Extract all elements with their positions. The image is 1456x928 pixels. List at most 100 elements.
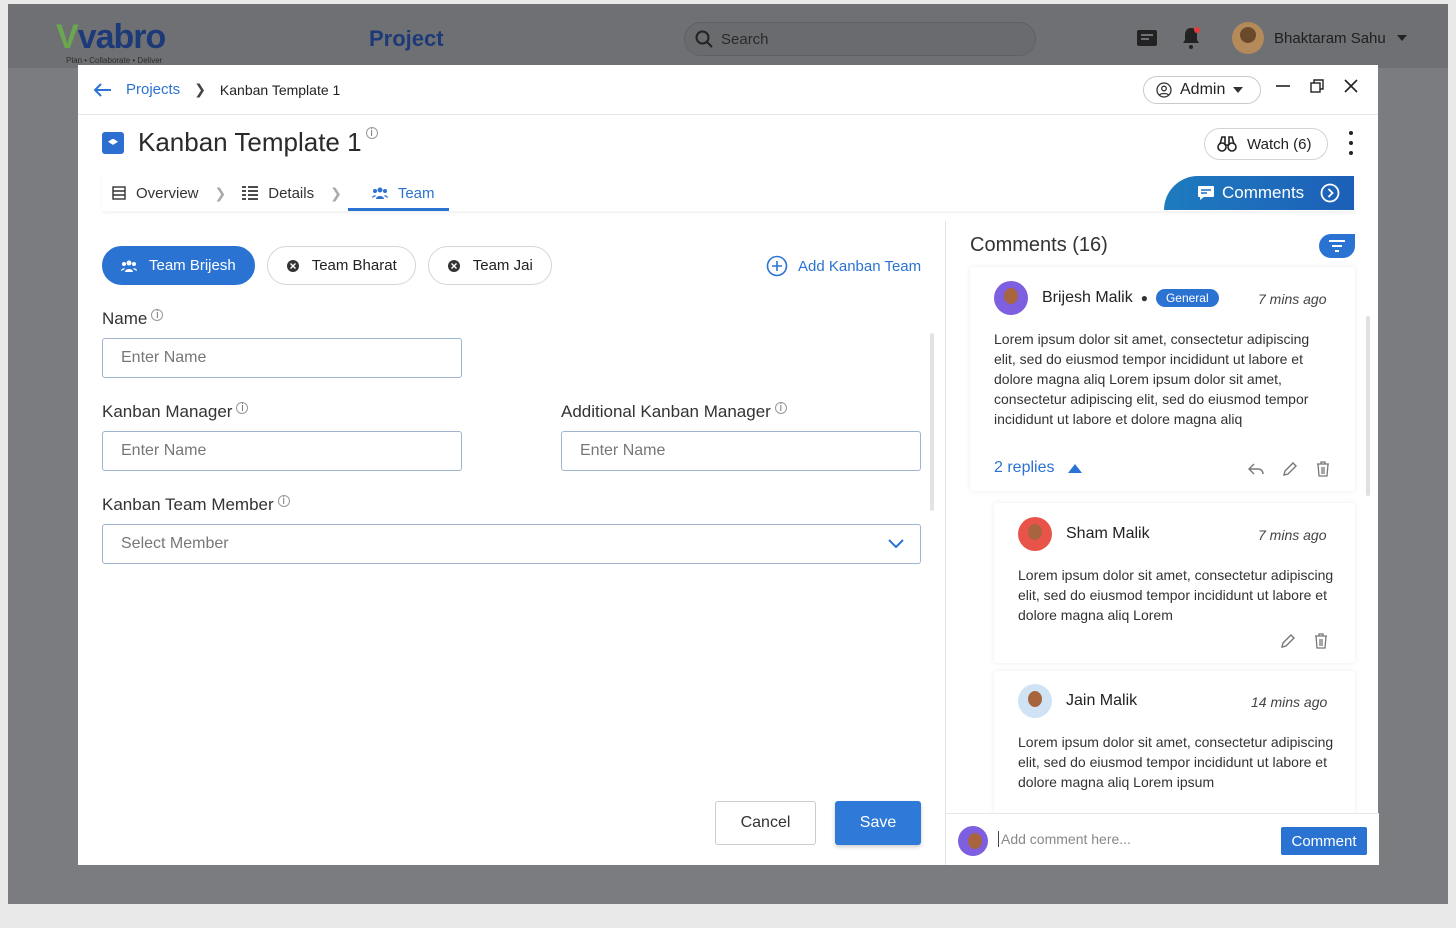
- replies-toggle[interactable]: 2 replies: [994, 459, 1083, 477]
- avatar: [958, 826, 988, 856]
- comment-author: Brijesh Malik: [1042, 289, 1133, 306]
- minimize-icon[interactable]: [1276, 79, 1290, 93]
- add-kanban-team-button[interactable]: Add Kanban Team: [766, 255, 921, 277]
- kanban-manager-input[interactable]: Enter Name: [102, 431, 462, 471]
- section-title: Project: [369, 26, 444, 51]
- comment-time: 7 mins ago: [1258, 527, 1327, 543]
- reply-card: Jain Malik 14 mins ago Lorem ipsum dolor…: [994, 671, 1355, 813]
- filter-button[interactable]: [1319, 234, 1355, 258]
- team-chip-label: Team Bharat: [311, 257, 397, 274]
- caret-down-icon: [1233, 87, 1244, 93]
- replies-label: 2 replies: [994, 459, 1055, 476]
- close-icon[interactable]: [1344, 79, 1358, 93]
- team-chip-jai[interactable]: Team Jai: [427, 246, 552, 285]
- user-menu[interactable]: Bhaktaram Sahu: [1232, 22, 1408, 54]
- team-member-placeholder: Select Member: [121, 535, 229, 552]
- project-icon: [102, 131, 124, 154]
- page-title: Kanban Template 1: [138, 127, 362, 157]
- comment-author: Sham Malik: [1066, 525, 1150, 542]
- logo-tagline: Plan • Collaborate • Deliver: [66, 56, 163, 65]
- team-chip-brijesh[interactable]: Team Brijesh: [102, 246, 255, 285]
- team-icon: [371, 187, 388, 199]
- trash-icon[interactable]: [1316, 461, 1330, 477]
- breadcrumb-projects-link[interactable]: Projects: [126, 81, 180, 98]
- list-icon: [112, 186, 126, 200]
- reply-card: Sham Malik 7 mins ago Lorem ipsum dolor …: [994, 503, 1355, 663]
- chevron-circle-right-icon: [1320, 183, 1340, 203]
- info-icon[interactable]: i: [277, 495, 290, 507]
- caret-down-icon: [1396, 35, 1407, 41]
- vabro-logo[interactable]: Vvabro Plan • Collaborate • Deliver: [56, 18, 166, 65]
- remove-circle-icon[interactable]: [286, 259, 300, 273]
- cancel-button[interactable]: Cancel: [715, 801, 816, 845]
- edit-icon[interactable]: [1282, 461, 1298, 477]
- team-chip-bharat[interactable]: Team Bharat: [266, 246, 416, 285]
- comment-time: 7 mins ago: [1258, 291, 1327, 307]
- comments-title: Comments (16): [970, 234, 1108, 256]
- info-icon[interactable]: i: [151, 309, 164, 321]
- comments-scrollbar[interactable]: [1366, 316, 1370, 496]
- search-placeholder: Search: [721, 30, 769, 48]
- reply-icon[interactable]: [1248, 462, 1264, 476]
- additional-manager-input[interactable]: Enter Name: [561, 431, 921, 471]
- breadcrumb: Projects ❯ Kanban Template 1 Admin: [78, 65, 1378, 115]
- team-chip-list: Team Brijesh Team Bharat Team Jai: [102, 246, 552, 285]
- watch-label: Watch (6): [1247, 135, 1312, 153]
- filter-icon: [1329, 240, 1345, 252]
- name-input[interactable]: Enter Name: [102, 338, 462, 378]
- details-icon: [242, 186, 259, 200]
- kanban-manager-label: Kanban Manager i: [102, 402, 249, 422]
- comment-time: 14 mins ago: [1251, 694, 1328, 710]
- tab-overview[interactable]: Overview: [102, 175, 209, 211]
- tab-details[interactable]: Details: [232, 175, 324, 211]
- page-title-row: Kanban Template 1 i: [102, 126, 378, 158]
- caret-up-icon: [1068, 463, 1083, 473]
- add-kanban-team-label: Add Kanban Team: [798, 257, 922, 275]
- user-name: Bhaktaram Sahu: [1274, 29, 1386, 47]
- info-icon[interactable]: i: [236, 402, 249, 414]
- inbox-icon[interactable]: [1136, 28, 1158, 48]
- comments-toggle-button[interactable]: Comments: [1164, 176, 1354, 210]
- role-label: Admin: [1180, 81, 1226, 98]
- avatar: [994, 281, 1028, 315]
- save-button[interactable]: Save: [835, 801, 921, 845]
- bottom-strip: [0, 904, 1456, 928]
- team-member-label: Kanban Team Member i: [102, 495, 290, 515]
- more-options-icon[interactable]: [1346, 131, 1356, 155]
- comment-text: Lorem ipsum dolor sit amet, consectetur …: [1018, 734, 1334, 790]
- name-label: Name i: [102, 309, 164, 329]
- tab-team[interactable]: Team: [347, 175, 449, 211]
- tab-team-label: Team: [397, 184, 435, 202]
- search-box[interactable]: Search: [684, 22, 1036, 56]
- role-selector[interactable]: Admin: [1143, 76, 1261, 104]
- team-icon: [121, 260, 137, 272]
- comment-input[interactable]: Add comment here...: [998, 831, 1131, 847]
- comment-author: Jain Malik: [1066, 692, 1138, 709]
- edit-icon[interactable]: [1280, 633, 1296, 649]
- comments-tab-label: Comments: [1222, 183, 1305, 202]
- chevron-right-icon: ❯: [194, 81, 206, 97]
- tab-details-label: Details: [268, 184, 315, 202]
- user-circle-icon: [1156, 82, 1172, 98]
- watch-button[interactable]: Watch (6): [1204, 128, 1328, 160]
- comment-icon: [1198, 186, 1214, 200]
- bell-icon[interactable]: [1180, 26, 1202, 50]
- plus-circle-icon: [766, 255, 788, 277]
- trash-icon[interactable]: [1314, 633, 1328, 649]
- form-scrollbar[interactable]: [930, 333, 934, 511]
- user-avatar: [1232, 22, 1264, 54]
- additional-manager-label: Additional Kanban Manager i: [561, 402, 787, 422]
- info-icon[interactable]: i: [365, 126, 378, 139]
- team-member-select[interactable]: Select Member: [102, 524, 921, 564]
- comments-panel: Comments (16) Brijesh Malik ● General 7 …: [945, 221, 1379, 865]
- back-arrow-icon[interactable]: [94, 82, 112, 97]
- comment-submit-button[interactable]: Comment: [1281, 827, 1367, 855]
- comment-text: Lorem ipsum dolor sit amet, consectetur …: [1018, 567, 1334, 623]
- remove-circle-icon[interactable]: [447, 259, 461, 273]
- comment-text: Lorem ipsum dolor sit amet, consectetur …: [994, 331, 1310, 427]
- project-modal: Projects ❯ Kanban Template 1 Admin Kanba…: [78, 65, 1379, 865]
- binoculars-icon: [1217, 136, 1237, 152]
- comment-card: Brijesh Malik ● General 7 mins ago Lorem…: [970, 267, 1355, 491]
- info-icon[interactable]: i: [774, 402, 787, 414]
- restore-icon[interactable]: [1310, 79, 1324, 93]
